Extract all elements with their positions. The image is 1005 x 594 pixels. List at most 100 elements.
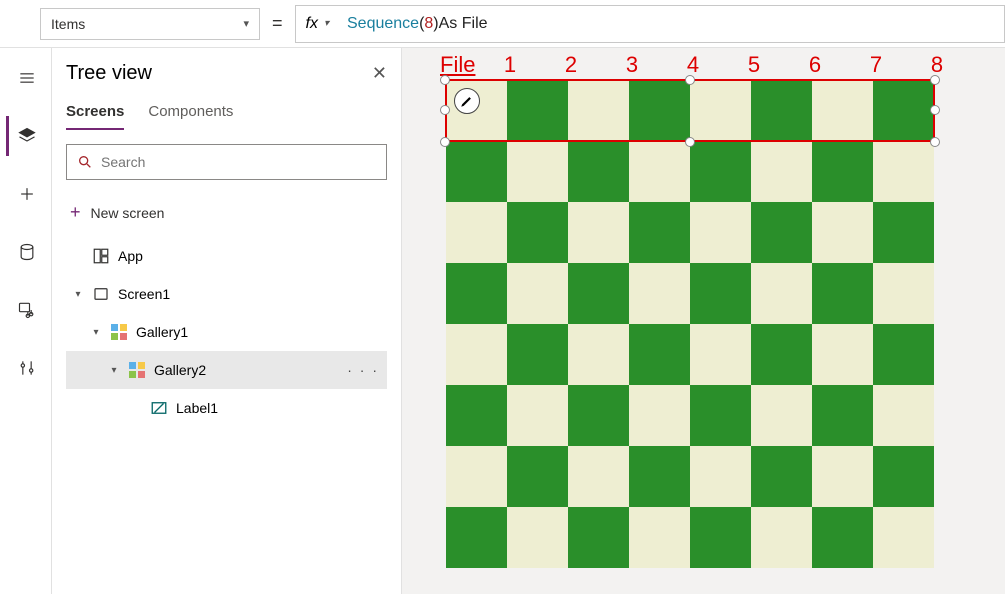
chevron-down-icon: ▾	[243, 17, 249, 30]
chevron-down-icon: ▾	[72, 289, 84, 300]
tools-button[interactable]	[6, 348, 46, 388]
board-square	[629, 446, 690, 507]
chessboard	[446, 80, 934, 568]
label-icon	[150, 399, 168, 417]
annotation-col: 3	[601, 52, 662, 78]
gallery-icon	[110, 323, 128, 341]
tree-node-screen1[interactable]: ▾ Screen1	[66, 275, 387, 313]
annotation-numbers: 1 2 3 4 5 6 7 8	[479, 52, 967, 78]
board-square	[446, 202, 507, 263]
data-button[interactable]	[6, 232, 46, 272]
chevron-down-icon: ▾	[108, 365, 120, 376]
board-square	[507, 324, 568, 385]
close-panel-button[interactable]: ✕	[372, 63, 387, 84]
tree-node-label: Gallery2	[154, 362, 206, 378]
plus-icon	[17, 184, 37, 204]
tree-node-gallery1[interactable]: ▾ Gallery1	[66, 313, 387, 351]
board-square	[446, 446, 507, 507]
tree-node-label: Label1	[176, 400, 218, 416]
resize-handle[interactable]	[685, 137, 695, 147]
search-box[interactable]	[66, 144, 387, 180]
resize-handle[interactable]	[440, 75, 450, 85]
board-square	[568, 202, 629, 263]
board-square	[446, 385, 507, 446]
search-icon	[77, 154, 93, 170]
board-square	[568, 446, 629, 507]
selection-rect[interactable]	[445, 79, 935, 142]
board-square	[568, 263, 629, 324]
board-square	[812, 324, 873, 385]
board-square	[446, 507, 507, 568]
search-input[interactable]	[101, 154, 376, 170]
annotation-col: 7	[845, 52, 906, 78]
property-dropdown[interactable]: Items ▾	[40, 8, 260, 40]
left-rail	[0, 48, 52, 594]
formula-token-number: 8	[424, 15, 433, 33]
new-screen-button[interactable]: + New screen	[66, 194, 387, 231]
resize-handle[interactable]	[930, 105, 940, 115]
board-square	[568, 141, 629, 202]
board-square	[751, 202, 812, 263]
board-square	[629, 141, 690, 202]
board-square	[690, 324, 751, 385]
edit-template-button[interactable]	[454, 88, 480, 114]
tree-node-label: App	[118, 248, 143, 264]
hamburger-button[interactable]	[6, 58, 46, 98]
board-square	[446, 263, 507, 324]
board-square	[873, 507, 934, 568]
annotation-col: 2	[540, 52, 601, 78]
chevron-down-icon: ▾	[90, 327, 102, 338]
close-icon: ✕	[372, 63, 387, 83]
tree-view-button[interactable]	[6, 116, 46, 156]
board-square	[690, 141, 751, 202]
tree-node-label1[interactable]: Label1	[66, 389, 387, 427]
board-square	[873, 202, 934, 263]
chevron-down-icon: ▾	[324, 18, 329, 29]
board-square	[629, 202, 690, 263]
fx-button[interactable]: fx ▾	[295, 5, 339, 43]
tab-components[interactable]: Components	[148, 103, 233, 130]
board-square	[690, 202, 751, 263]
insert-button[interactable]	[6, 174, 46, 214]
app-icon	[92, 247, 110, 265]
board-square	[629, 507, 690, 568]
tab-screens[interactable]: Screens	[66, 103, 124, 130]
resize-handle[interactable]	[685, 75, 695, 85]
board-square	[873, 263, 934, 324]
board-square	[873, 141, 934, 202]
board-square	[629, 324, 690, 385]
tree-node-app[interactable]: App	[66, 237, 387, 275]
tree-view-panel: Tree view ✕ Screens Components + New scr…	[52, 48, 402, 594]
canvas[interactable]: File 1 2 3 4 5 6 7 8	[402, 48, 1005, 594]
resize-handle[interactable]	[930, 75, 940, 85]
board-square	[751, 507, 812, 568]
pencil-icon	[460, 94, 474, 108]
annotation-col: 6	[784, 52, 845, 78]
board-square	[507, 263, 568, 324]
resize-handle[interactable]	[440, 105, 450, 115]
media-button[interactable]	[6, 290, 46, 330]
more-button[interactable]: · · ·	[347, 362, 379, 378]
board-square	[629, 263, 690, 324]
formula-token: As File	[439, 15, 488, 33]
board-square	[751, 141, 812, 202]
board-square	[690, 446, 751, 507]
resize-handle[interactable]	[930, 137, 940, 147]
board-square	[873, 324, 934, 385]
board-square	[812, 141, 873, 202]
hamburger-icon	[17, 68, 37, 88]
board-square	[873, 446, 934, 507]
annotation-col: 4	[662, 52, 723, 78]
resize-handle[interactable]	[440, 137, 450, 147]
board-square	[812, 202, 873, 263]
board-square	[629, 385, 690, 446]
formula-input[interactable]: Sequence(8) As File	[339, 5, 1005, 43]
board-square	[812, 385, 873, 446]
tree-node-gallery2[interactable]: ▾ Gallery2 · · ·	[66, 351, 387, 389]
tree: App ▾ Screen1 ▾ Gallery1 ▾ Gallery2 · · …	[66, 237, 387, 427]
board-square	[751, 446, 812, 507]
formula-token-fn: Sequence	[347, 15, 419, 33]
panel-title: Tree view	[66, 62, 152, 85]
new-screen-label: New screen	[91, 205, 165, 221]
board-square	[873, 385, 934, 446]
